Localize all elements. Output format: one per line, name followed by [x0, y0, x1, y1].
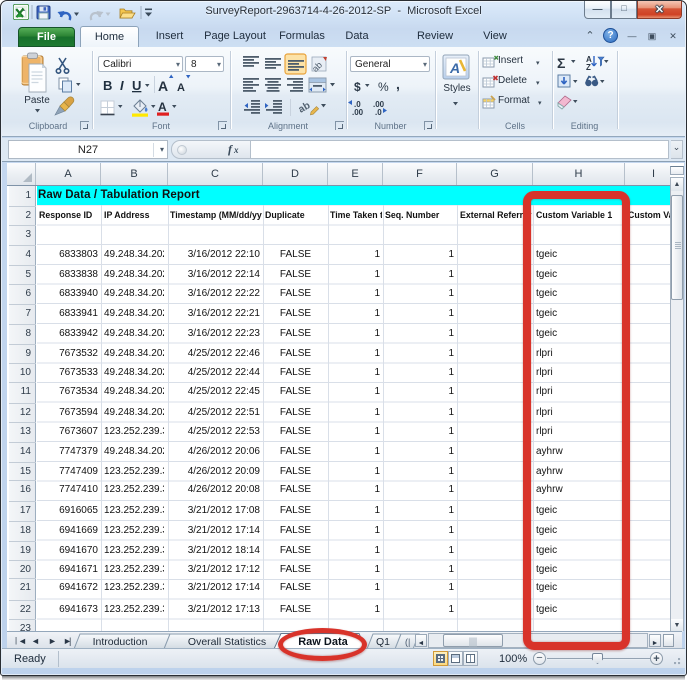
svg-text:,: ,: [396, 76, 400, 92]
svg-text:Σ: Σ: [557, 55, 565, 71]
svg-text:A: A: [449, 60, 460, 76]
svg-text:Overall Statistics: Overall Statistics: [188, 636, 266, 648]
svg-text:ab: ab: [297, 100, 313, 115]
svg-text:Z: Z: [586, 63, 591, 72]
svg-text:I: I: [120, 78, 124, 93]
svg-text:Introduction: Introduction: [93, 636, 148, 648]
svg-text:A: A: [158, 78, 168, 94]
svg-text:U: U: [132, 78, 141, 93]
svg-text:A: A: [177, 82, 185, 94]
svg-text:$: $: [354, 80, 361, 94]
svg-text:(|: (|: [405, 637, 410, 647]
svg-text:Q1: Q1: [376, 636, 390, 648]
svg-text:A: A: [158, 100, 167, 114]
svg-text:%: %: [378, 80, 389, 94]
svg-text:.0: .0: [375, 108, 382, 117]
svg-text:B: B: [103, 78, 112, 93]
svg-text:.00: .00: [352, 108, 364, 117]
